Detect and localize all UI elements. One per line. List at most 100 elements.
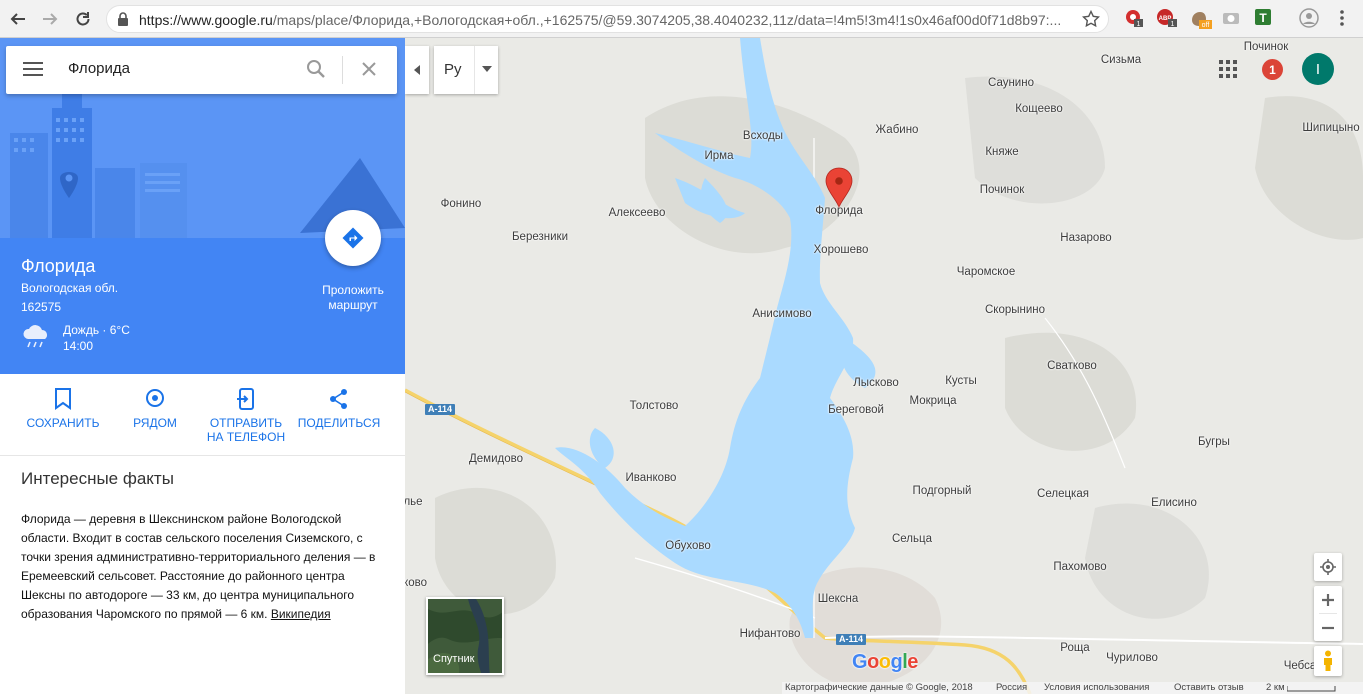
map-place-label: Демидово — [469, 453, 523, 465]
divider — [474, 46, 475, 94]
map-place-label: Починок — [979, 184, 1025, 196]
forward-button[interactable] — [38, 7, 62, 31]
caret-left-icon — [414, 65, 420, 75]
extension-t-icon[interactable]: T — [1254, 8, 1274, 28]
save-button[interactable]: СОХРАНИТЬ — [17, 388, 109, 430]
divider — [342, 56, 343, 84]
map-data-credit: Картографические данные © Google, 2018 — [785, 682, 973, 693]
search-icon[interactable] — [306, 59, 326, 79]
road-shield-a114: А-114 — [425, 404, 456, 415]
apps-grid-icon[interactable] — [1219, 60, 1237, 83]
map-place-label: льe — [405, 496, 423, 508]
street-view-pegman[interactable] — [1314, 646, 1342, 676]
extension-camera-icon[interactable] — [1222, 8, 1242, 28]
facts-heading: Интересные факты — [21, 469, 174, 488]
zoom-out-button[interactable] — [1314, 614, 1342, 641]
my-location-button[interactable] — [1314, 553, 1342, 581]
map-place-label: Княже — [985, 146, 1019, 158]
satellite-label: Спутник — [433, 653, 475, 665]
map-place-label: Березники — [512, 231, 568, 243]
map-place-label: Нифантово — [739, 628, 801, 640]
map-place-label: Жабино — [875, 124, 919, 136]
bookmark-star-icon[interactable] — [1082, 10, 1100, 28]
map-place-label: ково — [405, 577, 427, 589]
reload-button[interactable] — [71, 7, 95, 31]
crosshair-icon — [1320, 559, 1336, 575]
extension-opera-icon[interactable]: 1 — [1124, 8, 1144, 28]
map-place-label: Ирма — [704, 150, 734, 162]
map-base — [405, 38, 1363, 694]
search-box: Флорида — [6, 46, 397, 94]
map-place-label: Роща — [1060, 642, 1090, 654]
reload-icon — [76, 12, 90, 26]
collapse-panel-button[interactable] — [405, 46, 429, 94]
minus-icon — [1322, 626, 1334, 629]
map-place-label: Елисино — [1151, 497, 1197, 509]
map-place-label: Саунино — [988, 77, 1034, 89]
map-place-label: Сельца — [891, 533, 933, 545]
map-place-label: Лысково — [853, 377, 899, 389]
facts-text: Флорида — деревня в Шекснинском районе В… — [21, 510, 383, 624]
map-place-label: Алексеево — [608, 207, 666, 219]
rain-cloud-icon — [23, 325, 47, 348]
share-button[interactable]: ПОДЕЛИТЬСЯ — [293, 388, 385, 430]
browser-menu-button[interactable] — [1334, 8, 1354, 28]
nearby-label: РЯДОМ — [133, 416, 177, 430]
back-button[interactable] — [6, 7, 30, 31]
directions-label[interactable]: Проложить маршрут — [303, 283, 403, 313]
map-place-label: Пахомово — [1053, 561, 1107, 573]
map-place-label: Шексна — [817, 593, 859, 605]
zoom-in-button[interactable] — [1314, 586, 1342, 613]
map-place-label: Чаромское — [956, 266, 1016, 278]
action-bar: СОХРАНИТЬ РЯДОМ ОТПРАВИТЬ НА ТЕЛЕФОН ПОД… — [0, 374, 405, 456]
language-label: Ру — [444, 61, 462, 78]
terms-link[interactable]: Условия использования — [1044, 682, 1149, 693]
svg-text:1: 1 — [1171, 21, 1175, 28]
map-place-label: Фонино — [440, 198, 482, 210]
hamburger-menu-icon[interactable] — [23, 62, 43, 76]
chevron-down-icon — [482, 66, 492, 72]
bookmark-icon — [55, 388, 71, 410]
google-logo: Google — [852, 651, 918, 673]
save-label: СОХРАНИТЬ — [26, 416, 100, 430]
weather-time: 14:00 — [63, 339, 94, 353]
svg-text:T: T — [1259, 11, 1267, 25]
map-place-label: Чебса — [1283, 660, 1317, 672]
svg-text:1: 1 — [1137, 21, 1141, 28]
nearby-button[interactable]: РЯДОМ — [109, 388, 201, 430]
map-place-label-selected[interactable]: Флорида — [815, 205, 863, 217]
directions-button[interactable] — [325, 210, 381, 266]
map-place-label: Подгорный — [912, 485, 972, 497]
scale-bar — [1287, 686, 1336, 692]
extension-adblock-icon[interactable]: ABP 1 — [1156, 8, 1177, 28]
notifications-badge[interactable]: 1 — [1262, 59, 1283, 80]
map-place-label: Бугры — [1198, 436, 1230, 448]
send-to-phone-button[interactable]: ОТПРАВИТЬ НА ТЕЛЕФОН — [200, 388, 292, 444]
send-to-phone-label: ОТПРАВИТЬ НА ТЕЛЕФОН — [206, 416, 286, 444]
map-canvas[interactable]: А-114 А-114 Починок Сизьма Саунино Кощее… — [405, 38, 1363, 694]
directions-icon — [342, 227, 364, 249]
language-select[interactable]: Ру — [434, 46, 498, 94]
extension-dog-icon[interactable]: off — [1189, 8, 1212, 29]
map-place-label: Анисимово — [752, 308, 812, 320]
map-place-label: Сизьма — [1100, 54, 1142, 66]
wikipedia-link[interactable]: Википедия — [271, 607, 331, 621]
page-title: Флорида — [21, 256, 96, 276]
map-place-label: Толстово — [629, 400, 679, 412]
close-icon[interactable] — [361, 61, 377, 77]
profile-icon[interactable] — [1299, 8, 1319, 28]
place-postcode: 162575 — [21, 300, 62, 314]
arrow-left-icon — [10, 13, 25, 25]
map-place-label: Скорынино — [984, 304, 1046, 316]
search-input[interactable]: Флорида — [68, 60, 130, 77]
place-header: Флорида Вологодская обл. 162575 Дождь · … — [0, 210, 405, 374]
kebab-icon — [1340, 10, 1344, 26]
place-region: Вологодская обл. — [21, 281, 119, 295]
map-place-label: Хорошево — [813, 244, 869, 256]
country-link[interactable]: Россия — [996, 682, 1027, 693]
satellite-layer-toggle[interactable]: Спутник — [426, 597, 504, 675]
address-bar[interactable]: https://www.google.ru/maps/place/Флорида… — [106, 5, 1109, 33]
plus-icon — [1322, 593, 1334, 606]
avatar[interactable]: I — [1302, 53, 1334, 85]
feedback-link[interactable]: Оставить отзыв — [1174, 682, 1244, 693]
